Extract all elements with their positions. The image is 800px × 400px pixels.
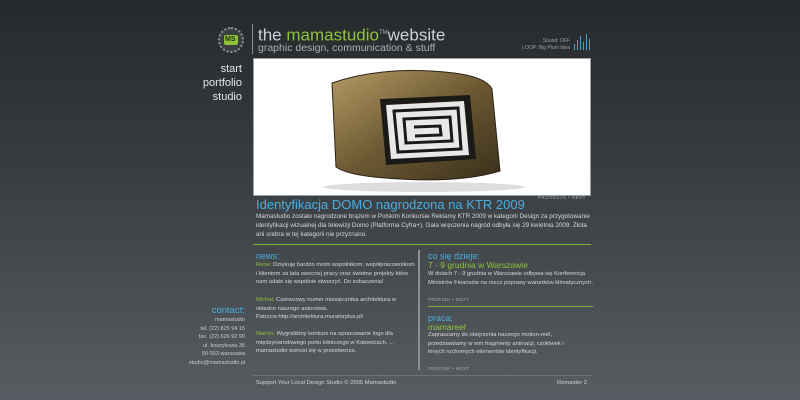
logo-text: MS bbox=[225, 36, 236, 43]
contact-phone: tel. (22) 825 94 15 bbox=[200, 325, 245, 332]
header-divider bbox=[252, 24, 253, 54]
news-title: news: bbox=[256, 251, 280, 261]
news-link[interactable]: Patrzcie:http://architektura.muratorplus… bbox=[256, 313, 416, 322]
loop-label[interactable]: LOOP: Big Plum Idea bbox=[510, 45, 570, 52]
nav-item-portfolio[interactable]: portfolio bbox=[180, 76, 242, 90]
news-item: Rene: Dziękuję bardzo moim współnikom, w… bbox=[256, 261, 416, 287]
column-divider bbox=[418, 250, 420, 370]
logo-badge[interactable]: MS bbox=[218, 27, 244, 53]
contact-title: contact: bbox=[211, 305, 245, 316]
contact-fax: fax. (22) 626 92 90 bbox=[198, 334, 245, 341]
contact-city: 00-553 warszawa bbox=[201, 351, 245, 358]
news-author: Michał: bbox=[256, 297, 275, 303]
jobs-body: Zapraszamy do obejrzenia naszego motion-… bbox=[428, 332, 564, 356]
equalizer-icon[interactable] bbox=[574, 34, 590, 50]
contact-name: mamastudio bbox=[215, 317, 245, 323]
news-item: Marcin: Wygraliśmy konkurs na opracowani… bbox=[256, 330, 416, 356]
jobs-pager[interactable]: PRZEDNI • NEXT bbox=[428, 366, 469, 371]
events-divider bbox=[428, 306, 593, 307]
news-author: Rene: bbox=[256, 262, 272, 268]
events-body: W dniach 7 - 9 grudnia w Warszawie odbyw… bbox=[428, 271, 593, 286]
news-text: Dziękuję bardzo moim współnikom, współpr… bbox=[256, 262, 415, 286]
news-author: Marcin: bbox=[256, 331, 276, 337]
news-item: Michał: Czerwcowy numer miesięcznika arc… bbox=[256, 296, 416, 322]
news-text: Wygraliśmy konkurs na opracowanie logo d… bbox=[256, 331, 394, 355]
feature-title[interactable]: Identyfikacja DOMO nagrodzona na KTR 200… bbox=[256, 197, 525, 212]
feature-body: Mamastudio zostało nagrodzone brązem w P… bbox=[256, 213, 590, 238]
contact-info: mamastudio tel. (22) 825 94 15 fax. (22)… bbox=[170, 316, 245, 368]
hero-pager[interactable]: PRZODUJĄ • NEXT bbox=[538, 195, 586, 200]
contact-street: ul. koszykowa 35 bbox=[203, 342, 245, 349]
section-divider bbox=[253, 244, 591, 245]
footer-copyright: Support Your Local Design Studio © 2005 … bbox=[256, 380, 397, 386]
trademark: TM bbox=[378, 30, 388, 36]
hero-image[interactable] bbox=[253, 58, 591, 196]
site-tagline: graphic design, communication & stuff bbox=[258, 42, 436, 54]
events-pager[interactable]: PRZEDNI • NEXT bbox=[428, 297, 469, 302]
footer-version[interactable]: Remaster 2 bbox=[557, 380, 587, 386]
news-text: Czerwcowy numer miesięcznika architektur… bbox=[256, 297, 397, 312]
sound-toggle[interactable]: Sound: OFF bbox=[510, 38, 570, 45]
events-subtitle[interactable]: 7 - 9 grudnia w Warszawie bbox=[428, 260, 528, 270]
main-nav: start portfolio studio bbox=[180, 62, 242, 104]
bag-illustration bbox=[324, 70, 524, 192]
contact-email[interactable]: studio@mamastudio.pl bbox=[170, 359, 245, 368]
nav-item-start[interactable]: start bbox=[180, 62, 242, 76]
footer-divider bbox=[253, 375, 591, 376]
sound-controls: Sound: OFF LOOP: Big Plum Idea bbox=[510, 38, 570, 52]
nav-item-studio[interactable]: studio bbox=[180, 90, 242, 104]
